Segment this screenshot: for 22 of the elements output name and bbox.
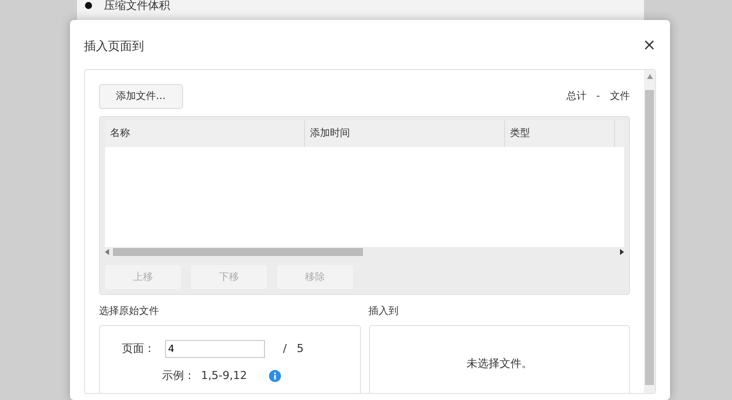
total-unit: 文件 xyxy=(610,90,630,104)
vertical-scrollbar[interactable] xyxy=(644,70,655,393)
horizontal-scrollbar[interactable] xyxy=(105,247,624,257)
total-count: - xyxy=(596,90,600,104)
example-value: 1,5-9,12 xyxy=(201,368,247,384)
scroll-left-icon[interactable] xyxy=(105,249,110,255)
scroll-up-icon[interactable] xyxy=(646,74,652,79)
add-file-button[interactable]: 添加文件... xyxy=(99,84,183,109)
info-icon[interactable] xyxy=(268,370,281,382)
example-label: 示例： xyxy=(162,368,195,384)
page-input-field[interactable]: 4 xyxy=(165,340,265,358)
empty-message: 未选择文件。 xyxy=(466,356,532,372)
separator: / xyxy=(283,340,287,357)
page-total: 5 xyxy=(296,340,304,357)
page-label: 页面： xyxy=(122,340,155,357)
section-heading: 插入到 xyxy=(368,304,400,319)
total-label: 总计 xyxy=(566,90,586,104)
list-item: 压缩文件体积 xyxy=(104,0,170,12)
dialog-title: 插入页面到 xyxy=(84,38,144,55)
section-heading: 选择原始文件 xyxy=(99,304,160,319)
close-button[interactable]: × xyxy=(642,36,656,52)
scroll-right-icon[interactable] xyxy=(619,249,624,255)
